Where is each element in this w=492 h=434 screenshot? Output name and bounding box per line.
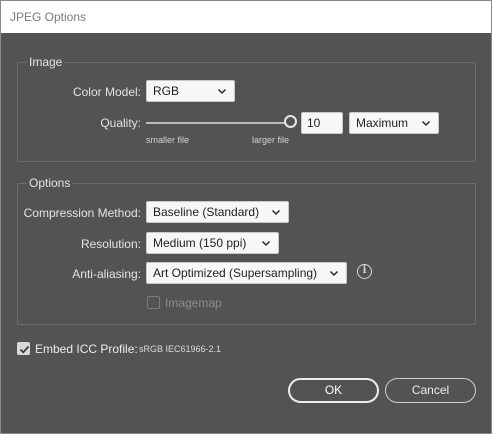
cancel-button[interactable]: Cancel (385, 378, 476, 403)
window-title: JPEG Options (10, 10, 87, 24)
color-model-value: RGB (153, 84, 180, 98)
quality-slider-track[interactable] (146, 122, 290, 124)
compression-label: Compression Method: (23, 206, 141, 220)
title-bar: JPEG Options (1, 1, 491, 33)
quality-input[interactable]: 10 (301, 112, 343, 134)
icc-profile-name: sRGB IEC61966-2.1 (139, 344, 222, 354)
jpeg-options-dialog: JPEG Options Image Color Model: RGB Qual… (0, 0, 492, 434)
quality-preset-select[interactable]: Maximum (349, 112, 439, 134)
quality-min-hint: smaller file (146, 135, 190, 145)
quality-max-hint: larger file (252, 135, 290, 145)
chevron-down-icon (271, 209, 281, 216)
compression-value: Baseline (Standard) (153, 205, 260, 219)
antialiasing-label: Anti-aliasing: (72, 267, 141, 281)
quality-value: 10 (307, 116, 321, 130)
color-model-select[interactable]: RGB (146, 80, 235, 102)
ok-button[interactable]: OK (288, 378, 379, 403)
embed-icc-label: Embed ICC Profile: (35, 342, 138, 356)
chevron-down-icon (261, 240, 271, 247)
embed-icc-checkbox[interactable] (17, 342, 30, 355)
compression-select[interactable]: Baseline (Standard) (146, 201, 289, 223)
info-icon[interactable]: i (357, 264, 372, 279)
antialiasing-value: Art Optimized (Supersampling) (153, 266, 318, 280)
quality-preset-value: Maximum (356, 116, 409, 130)
color-model-label: Color Model: (72, 85, 141, 99)
checkmark-icon (19, 345, 30, 354)
imagemap-label: Imagemap (165, 296, 222, 310)
chevron-down-icon (329, 270, 339, 277)
quality-label: Quality: (100, 116, 141, 130)
chevron-down-icon (217, 88, 227, 95)
resolution-label: Resolution: (80, 237, 141, 251)
resolution-value: Medium (150 ppi) (153, 236, 247, 250)
resolution-select[interactable]: Medium (150 ppi) (146, 232, 279, 254)
quality-slider-handle[interactable] (284, 115, 297, 128)
image-group-label: Image (27, 55, 65, 69)
options-group-label: Options (27, 176, 73, 190)
imagemap-checkbox[interactable] (147, 296, 160, 309)
chevron-down-icon (421, 120, 431, 127)
antialiasing-select[interactable]: Art Optimized (Supersampling) (146, 262, 347, 284)
